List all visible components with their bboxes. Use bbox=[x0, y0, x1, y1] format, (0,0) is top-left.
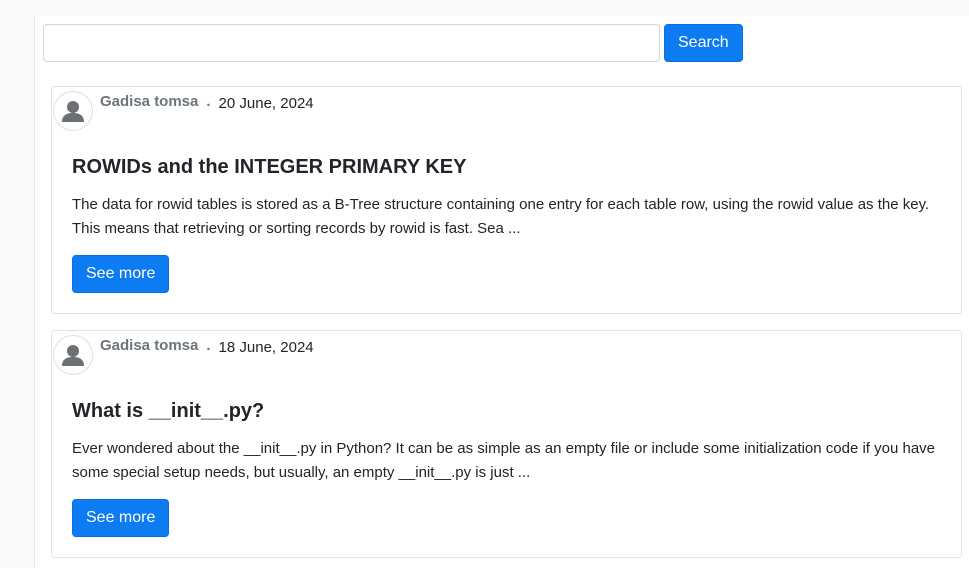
post-card: Gadisa tomsa . 20 June, 2024 ROWIDs and … bbox=[51, 86, 962, 314]
see-more-button[interactable]: See more bbox=[72, 255, 170, 293]
post-date: 18 June, 2024 bbox=[218, 339, 314, 356]
post-title: ROWIDs and the INTEGER PRIMARY KEY bbox=[72, 156, 467, 178]
user-avatar-icon bbox=[53, 91, 93, 131]
post-meta: Gadisa tomsa . 18 June, 2024 bbox=[100, 337, 314, 356]
user-avatar-icon bbox=[53, 335, 93, 375]
meta-separator: . bbox=[206, 93, 211, 110]
search-button[interactable]: Search bbox=[664, 24, 743, 62]
search-input[interactable] bbox=[43, 24, 660, 62]
post-author: Gadisa tomsa bbox=[100, 93, 199, 110]
main-content: Search Gadisa tomsa . 20 June, 2024 ROWI… bbox=[34, 16, 969, 568]
meta-separator: . bbox=[206, 337, 211, 354]
post-date: 20 June, 2024 bbox=[218, 95, 314, 112]
post-excerpt: The data for rowid tables is stored as a… bbox=[72, 196, 930, 237]
post-title: What is __init__.py? bbox=[72, 400, 265, 422]
post-meta: Gadisa tomsa . 20 June, 2024 bbox=[100, 93, 314, 112]
see-more-button[interactable]: See more bbox=[72, 499, 170, 537]
post-author: Gadisa tomsa bbox=[100, 337, 199, 354]
search-bar: Search bbox=[43, 24, 743, 62]
post-card: Gadisa tomsa . 18 June, 2024 What is __i… bbox=[51, 330, 962, 558]
post-excerpt: Ever wondered about the __init__.py in P… bbox=[72, 440, 936, 481]
